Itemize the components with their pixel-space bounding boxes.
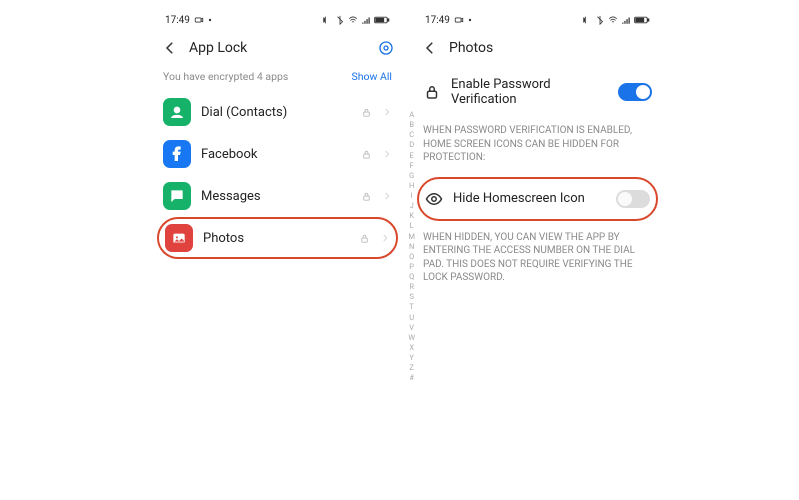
alpha-letter[interactable]: V [408,323,415,333]
alpha-letter[interactable]: P [408,262,415,272]
wifi-icon [348,15,358,25]
app-row-messages[interactable]: Messages [157,175,398,217]
app-row-facebook[interactable]: Facebook [157,133,398,175]
enable-password-verification-row[interactable]: Enable Password Verification [417,70,658,114]
dot-icon [208,18,212,22]
status-bar: 17:49 [415,10,660,30]
page-title: Photos [449,40,654,56]
alpha-letter[interactable]: T [408,302,415,312]
alpha-letter[interactable]: Y [408,353,415,363]
alpha-letter[interactable]: L [408,221,415,231]
nfc-icon [322,15,332,25]
app-label: Facebook [201,147,351,162]
camera-indicator-icon [454,15,464,25]
battery-icon [634,15,650,25]
bluetooth-icon [335,15,345,25]
app-row-dial[interactable]: Dial (Contacts) [157,91,398,133]
alpha-letter[interactable]: M [408,232,415,242]
lock-icon [361,107,372,118]
status-time: 17:49 [165,15,190,26]
alpha-letter[interactable]: H [408,181,415,191]
screen-photos-settings: 17:49 Photos Enable Password Verificatio… [415,10,660,490]
alpha-letter[interactable]: U [408,313,415,323]
app-label: Messages [201,189,351,204]
signal-icon [361,15,371,25]
subheader: You have encrypted 4 apps Show All [155,66,400,91]
chevron-right-icon [380,233,390,243]
status-time: 17:49 [425,15,450,26]
alpha-letter[interactable]: Z [408,363,415,373]
status-bar: 17:49 [155,10,400,30]
bluetooth-icon [595,15,605,25]
alpha-letter[interactable]: D [408,140,415,150]
photos-app-icon [165,224,193,252]
hide-homescreen-icon-row[interactable]: Hide Homescreen Icon [417,177,658,221]
alpha-letter[interactable]: C [408,130,415,140]
alpha-letter[interactable]: S [408,292,415,302]
chevron-right-icon [382,191,392,201]
alpha-letter[interactable]: X [408,343,415,353]
dot-icon [468,18,472,22]
back-icon[interactable] [161,39,179,57]
lock-icon [359,233,370,244]
eye-icon [425,190,443,208]
chevron-right-icon [382,107,392,117]
alpha-letter[interactable]: J [408,201,415,211]
alpha-index[interactable]: ABCDEFGHIJKLMNOPQRSTUVWXYZ# [408,110,415,383]
hide-icon-label: Hide Homescreen Icon [453,191,606,206]
alpha-letter[interactable]: A [408,110,415,120]
app-label: Dial (Contacts) [201,105,351,120]
lock-icon [361,191,372,202]
encrypted-count-text: You have encrypted 4 apps [163,70,288,83]
alpha-letter[interactable]: E [408,151,415,161]
photos-header: Photos [415,30,660,66]
chevron-right-icon [382,149,392,159]
alpha-letter[interactable]: B [408,120,415,130]
enable-pw-label: Enable Password Verification [451,77,608,107]
alpha-letter[interactable]: R [408,282,415,292]
hide-icon-toggle[interactable] [616,190,650,208]
alpha-letter[interactable]: Q [408,272,415,282]
alpha-letter[interactable]: K [408,211,415,221]
alpha-letter[interactable]: N [408,242,415,252]
page-title: App Lock [189,40,368,56]
caption-2: WHEN HIDDEN, YOU CAN VIEW THE APP BY ENT… [415,225,660,293]
wifi-icon [608,15,618,25]
nfc-icon [582,15,592,25]
screen-app-lock: 17:49 App Lock You have encrypted 4 apps… [155,10,400,490]
caption-1: WHEN PASSWORD VERIFICATION IS ENABLED, H… [415,118,660,173]
alpha-letter[interactable]: F [408,161,415,171]
show-all-link[interactable]: Show All [352,70,392,83]
facebook-app-icon [163,140,191,168]
signal-icon [621,15,631,25]
app-label: Photos [203,231,349,246]
alpha-letter[interactable]: W [408,333,415,343]
battery-icon [374,15,390,25]
back-icon[interactable] [421,39,439,57]
lock-icon [423,83,441,101]
dial-app-icon [163,98,191,126]
alpha-letter[interactable]: # [408,373,415,383]
app-row-photos[interactable]: Photos [157,217,398,259]
alpha-letter[interactable]: O [408,252,415,262]
gear-icon[interactable] [378,40,394,56]
alpha-letter[interactable]: I [408,191,415,201]
lock-icon [361,149,372,160]
camera-indicator-icon [194,15,204,25]
alpha-letter[interactable]: G [408,171,415,181]
messages-app-icon [163,182,191,210]
app-lock-header: App Lock [155,30,400,66]
enable-pw-toggle[interactable] [618,83,652,101]
